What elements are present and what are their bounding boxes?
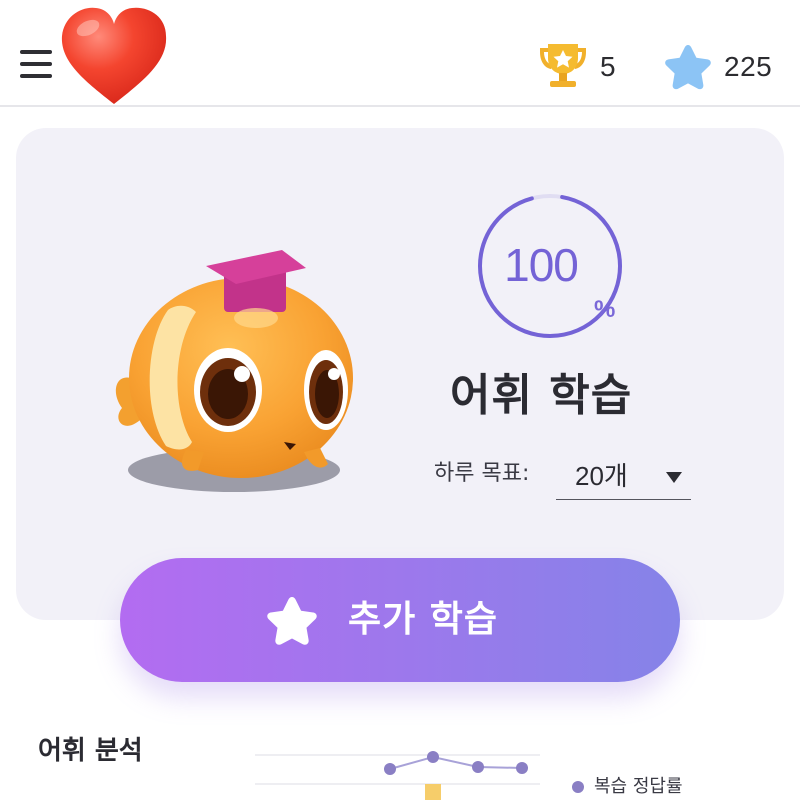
chart-point (384, 763, 396, 775)
legend-marker (572, 781, 584, 793)
star-icon (267, 597, 317, 645)
progress-value: 100 (504, 239, 579, 291)
progress-unit: % (594, 296, 616, 323)
hamburger-menu-icon[interactable] (18, 48, 56, 82)
trophy-counter[interactable]: 5 (536, 40, 616, 94)
extra-study-button[interactable]: 추가 학습 (120, 558, 680, 682)
chart-point (427, 751, 439, 763)
app-screen: 5 225 100 % 어휘 학습 하루 목표: 20개 추가 학습 어휘 분석… (0, 0, 800, 800)
daily-goal-dropdown[interactable]: 20개 (556, 450, 691, 500)
analysis-title: 어휘 분석 (38, 736, 143, 766)
chart-point (516, 762, 528, 774)
legend-label: 복습 정답률 (594, 776, 683, 797)
vocabulary-card: 100 % 어휘 학습 하루 목표: 20개 (16, 128, 784, 620)
caret-down-icon (666, 472, 682, 483)
chart-legend: 복습 정답률 (572, 774, 683, 800)
star-count: 225 (724, 51, 773, 82)
trophy-count: 5 (600, 51, 617, 82)
trophy-icon (540, 44, 586, 87)
daily-goal-value: 20개 (575, 461, 628, 491)
extra-study-label: 추가 학습 (348, 599, 499, 640)
heart-icon[interactable] (56, 4, 172, 108)
top-bar: 5 225 (0, 0, 800, 107)
daily-goal-label: 하루 목표: (434, 461, 530, 486)
analysis-chart (255, 751, 540, 800)
card-title: 어휘 학습 (450, 370, 633, 421)
chart-point (472, 761, 484, 773)
star-icon (665, 45, 711, 90)
star-counter[interactable]: 225 (662, 40, 772, 94)
graduate-fish-mascot (115, 250, 353, 478)
chart-bar (425, 784, 441, 800)
